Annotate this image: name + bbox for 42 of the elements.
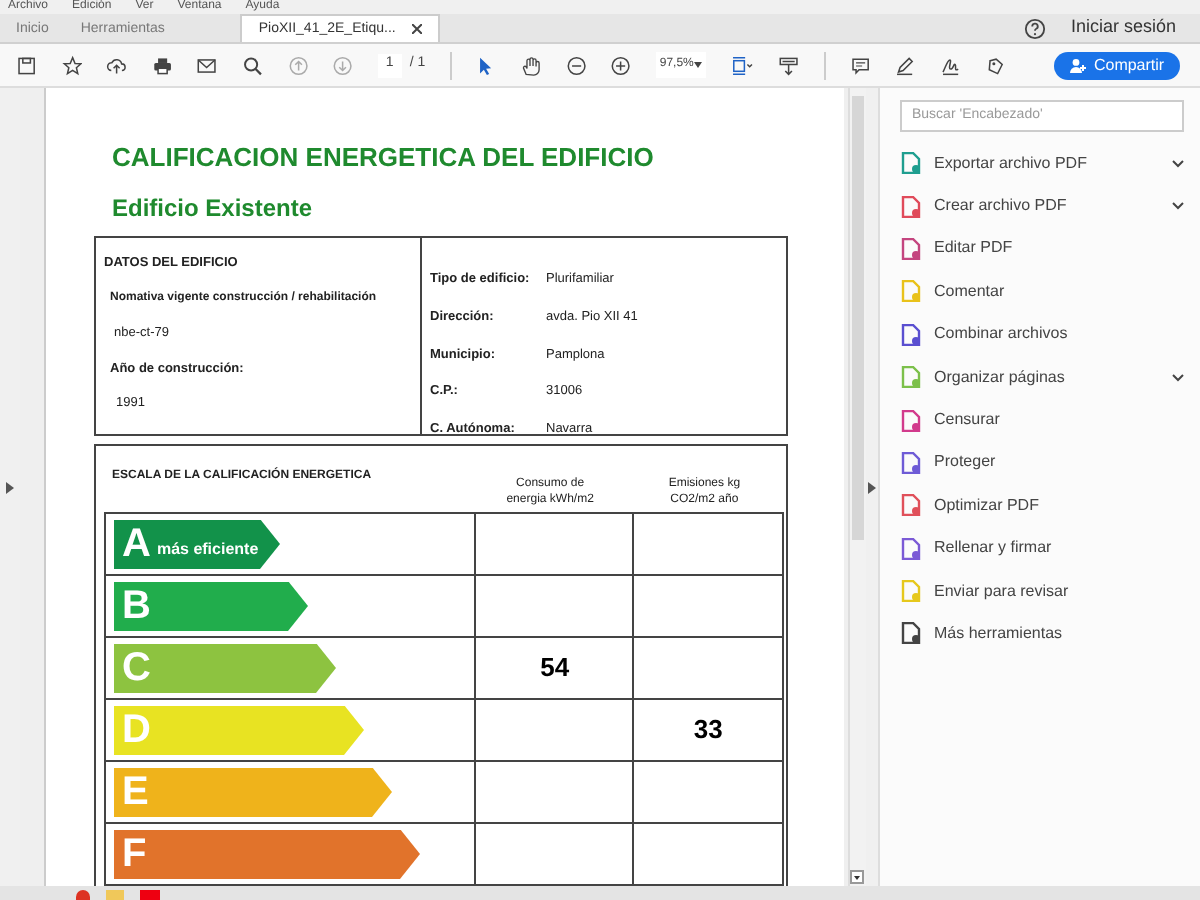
- scroll-down-icon[interactable]: [850, 870, 864, 884]
- table-cell: 33: [632, 700, 784, 760]
- tool-item[interactable]: Organizar páginas: [900, 355, 1184, 399]
- zoom-in-icon[interactable]: [610, 51, 632, 79]
- tool-item[interactable]: Editar PDF: [900, 227, 1184, 271]
- rating-bar: B: [114, 581, 308, 631]
- expand-arrow-icon[interactable]: [6, 481, 14, 493]
- chevron-down-icon[interactable]: [1172, 373, 1184, 382]
- app-icon[interactable]: [76, 890, 90, 900]
- tool-item[interactable]: Proteger: [900, 441, 1184, 485]
- document-subtitle: Edificio Existente: [112, 194, 315, 224]
- tool-item[interactable]: Censurar: [900, 398, 1184, 442]
- fit-page-icon[interactable]: [730, 51, 755, 79]
- star-icon[interactable]: [61, 51, 83, 79]
- tool-item[interactable]: Optimizar PDF: [900, 484, 1184, 528]
- share-button[interactable]: Compartir: [1053, 51, 1181, 79]
- chevron-down-icon[interactable]: [1172, 159, 1184, 168]
- scrollbar-thumb[interactable]: [852, 96, 864, 540]
- sign-in-link[interactable]: Iniciar sesión: [1070, 14, 1176, 42]
- rating-bar: C: [114, 643, 336, 693]
- zoom-out-icon[interactable]: [565, 51, 587, 79]
- rating-bar: E: [114, 767, 392, 817]
- close-icon[interactable]: [411, 24, 422, 34]
- tool-item[interactable]: Exportar archivo PDF: [900, 142, 1184, 185]
- tool-item[interactable]: Más herramientas: [900, 612, 1184, 656]
- tool-item[interactable]: Combinar archivos: [900, 313, 1184, 356]
- caret-icon[interactable]: [694, 62, 703, 68]
- tool-item[interactable]: Crear archivo PDF: [900, 184, 1184, 228]
- table-cell: 54: [474, 638, 633, 698]
- tool-item[interactable]: Comentar: [900, 270, 1184, 314]
- person-add-icon: [1069, 57, 1086, 73]
- tool-item[interactable]: Enviar para revisar: [900, 569, 1184, 613]
- help-icon[interactable]: [1024, 17, 1047, 39]
- search-icon[interactable]: [242, 51, 264, 79]
- chevron-down-icon[interactable]: [1172, 202, 1184, 211]
- collapse-arrow-icon[interactable]: [868, 481, 876, 493]
- hand-icon[interactable]: [520, 51, 542, 79]
- rating-bar: F: [114, 829, 420, 879]
- document-title: CALIFICACION ENERGETICA DEL EDIFICIO: [112, 142, 656, 174]
- rating-bar: D: [114, 705, 364, 755]
- rating-bar: A más eficiente: [114, 519, 280, 569]
- tool-item[interactable]: Rellenar y firmar: [900, 527, 1184, 570]
